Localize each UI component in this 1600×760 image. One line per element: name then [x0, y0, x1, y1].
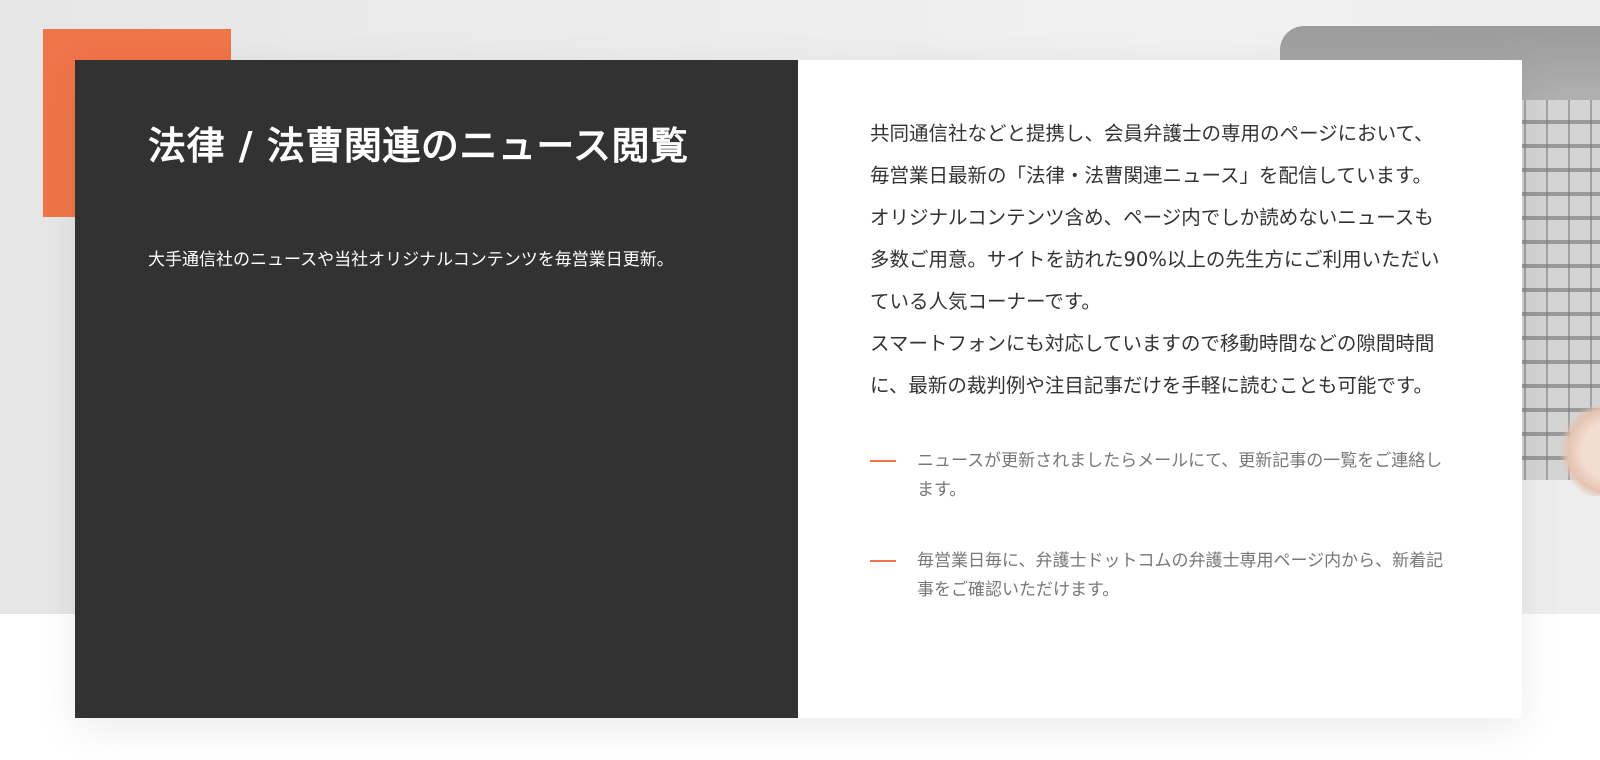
section-description: 共同通信社などと提携し、会員弁護士の専用のページにおいて、毎営業日最新の「法律・…	[870, 122, 1440, 313]
feature-list: ニュースが更新されましたらメールにて、更新記事の一覧をご連絡します。 毎営業日毎…	[870, 447, 1462, 605]
section-subtitle: 大手通信社のニュースや当社オリジナルコンテンツを毎営業日更新。	[148, 250, 674, 270]
dash-icon	[870, 460, 896, 462]
feature-item: ニュースが更新されましたらメールにて、更新記事の一覧をご連絡します。	[870, 447, 1462, 505]
feature-card-left-panel: 法律 / 法曹関連のニュース閲覧 大手通信社のニュースや当社オリジナルコンテンツ…	[75, 60, 798, 718]
feature-item: 毎営業日毎に、弁護士ドットコムの弁護士専用ページ内から、新着記事をご確認いただけ…	[870, 547, 1462, 605]
feature-item-text: 毎営業日毎に、弁護士ドットコムの弁護士専用ページ内から、新着記事をご確認いただけ…	[917, 551, 1444, 600]
dash-icon	[870, 560, 896, 562]
section-description-mobile: スマートフォンにも対応していますので移動時間などの隙間時間に、最新の裁判例や注目…	[870, 332, 1435, 397]
section-title: 法律 / 法曹関連のニュース閲覧	[148, 124, 689, 168]
hand-image	[1556, 406, 1600, 496]
feature-card: 法律 / 法曹関連のニュース閲覧 大手通信社のニュースや当社オリジナルコンテンツ…	[75, 60, 1522, 718]
feature-card-right-panel: 共同通信社などと提携し、会員弁護士の専用のページにおいて、毎営業日最新の「法律・…	[798, 60, 1522, 718]
feature-item-text: ニュースが更新されましたらメールにて、更新記事の一覧をご連絡します。	[917, 451, 1443, 500]
